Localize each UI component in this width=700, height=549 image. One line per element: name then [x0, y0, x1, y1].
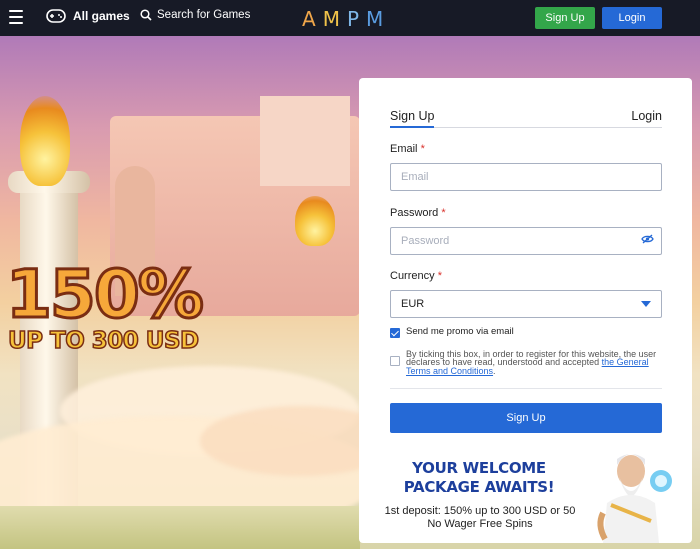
terms-checkbox-label: By ticking this box, in order to registe… [406, 349, 657, 376]
currency-select[interactable]: EUR [390, 290, 662, 318]
welcome-package-title: YOUR WELCOME PACKAGE AWAITS! [403, 459, 555, 496]
active-tab-indicator [390, 126, 434, 128]
email-label: Email * [390, 143, 425, 155]
auth-tabs: Sign Up Login [390, 109, 662, 128]
terms-checkbox-row: By ticking this box, in order to registe… [390, 349, 661, 376]
tab-signup[interactable]: Sign Up [390, 109, 434, 123]
eye-off-icon[interactable] [641, 234, 654, 244]
signup-button-header[interactable]: Sign Up [535, 7, 595, 29]
promo-checkbox-label: Send me promo via email [406, 326, 514, 337]
signup-submit-button[interactable]: Sign Up [390, 403, 662, 433]
search-icon [140, 9, 152, 21]
promo-subheadline: UP TO 300 USD [7, 327, 200, 355]
promo-headline: 150% [5, 256, 206, 333]
deposit-offer-text: 1st deposit: 150% up to 300 USD or 50 No… [384, 505, 576, 530]
flame-illustration [20, 96, 70, 186]
all-games-label: All games [73, 9, 130, 23]
currency-label: Currency * [390, 270, 442, 282]
chevron-down-icon [641, 301, 651, 307]
divider [390, 388, 662, 389]
top-bar: All games Search for Games AMPM Sign Up … [0, 0, 700, 36]
promo-checkbox-row: Send me promo via email [390, 327, 514, 338]
menu-icon[interactable] [9, 10, 23, 24]
logo[interactable]: AMPM [302, 7, 390, 31]
email-field[interactable] [390, 163, 662, 191]
currency-value: EUR [401, 298, 425, 310]
tab-login[interactable]: Login [631, 109, 662, 123]
search-games-link[interactable]: Search for Games [140, 9, 250, 21]
password-field[interactable] [390, 227, 662, 255]
zeus-illustration [597, 454, 672, 543]
gamepad-icon [46, 9, 66, 23]
login-button-header[interactable]: Login [602, 7, 662, 29]
signup-modal: Sign Up Login Email * Password * Currenc… [359, 78, 692, 543]
terms-checkbox[interactable] [390, 356, 400, 366]
search-games-label: Search for Games [157, 9, 251, 21]
password-label: Password * [390, 207, 446, 219]
promo-checkbox[interactable] [390, 328, 400, 338]
all-games-link[interactable]: All games [46, 9, 130, 23]
